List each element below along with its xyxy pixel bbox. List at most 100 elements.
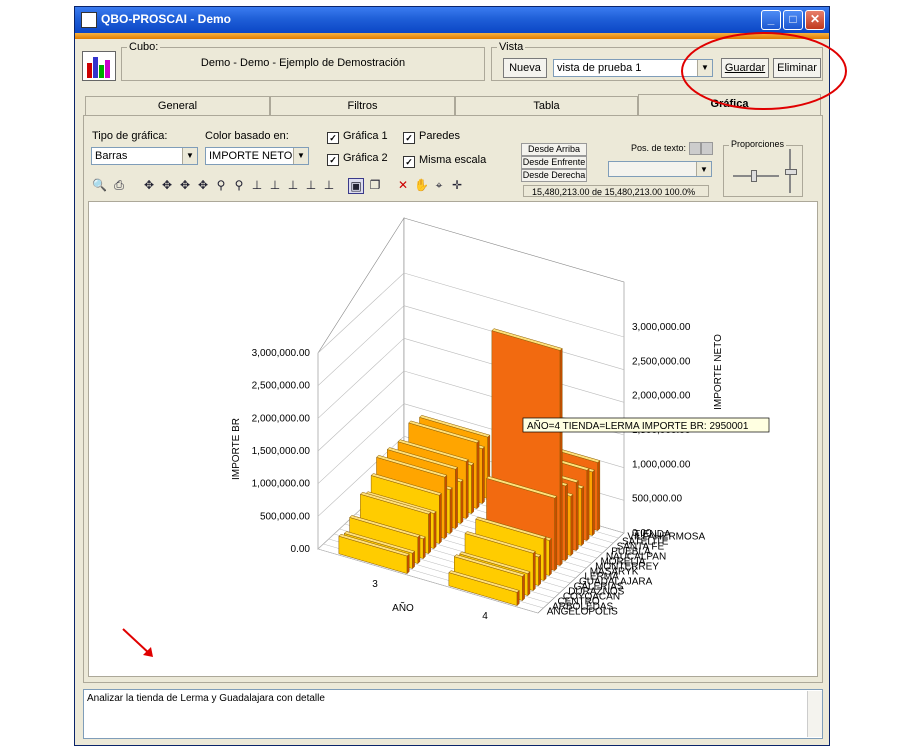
bar-side <box>575 479 579 552</box>
bar-side <box>449 487 453 535</box>
slider-handle[interactable] <box>751 170 757 182</box>
rotate-icon[interactable]: ✥ <box>160 178 174 192</box>
axis-icon[interactable]: ⊥ <box>268 178 282 192</box>
app-window: QBO-PROSCAI - Demo _ □ ✕ Cubo: Demo - De… <box>74 6 847 746</box>
notes-scrollbar[interactable] <box>807 691 822 737</box>
bar-side <box>538 554 541 587</box>
color-select-value: IMPORTE NETO <box>209 150 293 162</box>
arrow-right-icon[interactable] <box>701 142 713 155</box>
pos-texto-select[interactable]: ▼ <box>608 161 712 177</box>
bar-side <box>532 550 536 592</box>
notes-textarea[interactable]: Analizar la tienda de Lerma y Guadalajar… <box>83 689 823 739</box>
bar-side <box>471 462 474 515</box>
red-arrow-annotation <box>122 628 153 657</box>
bar-side <box>412 550 415 570</box>
axis-icon[interactable]: ⊥ <box>322 178 336 192</box>
tab-general[interactable]: General <box>85 96 270 115</box>
bar-side <box>428 511 431 555</box>
year-tick-label: 4 <box>482 611 488 622</box>
cubo-label: Cubo: <box>127 41 161 53</box>
desde-arriba-button[interactable]: Desde Arriba <box>521 143 587 156</box>
right-tick-label: 1,000,000.00 <box>632 459 691 470</box>
chevron-down-icon[interactable]: ▼ <box>182 148 197 164</box>
print-preview-icon[interactable]: 🔍 <box>92 178 107 192</box>
bar-side <box>543 536 547 582</box>
app-icon <box>81 12 97 28</box>
window-title: QBO-PROSCAI - Demo <box>101 12 232 26</box>
bar-side <box>482 446 485 505</box>
grafica1-checkbox[interactable]: ✓ Gráfica 1 <box>327 130 388 144</box>
tab-filtros[interactable]: Filtros <box>270 96 455 115</box>
right-tick-label: 2,500,000.00 <box>632 356 691 367</box>
bar-side <box>559 347 563 567</box>
rotate-icon[interactable]: ✥ <box>178 178 192 192</box>
chevron-down-icon[interactable]: ▼ <box>293 148 308 164</box>
nueva-button[interactable]: Nueva <box>503 58 547 78</box>
tipo-label: Tipo de gráfica: <box>92 130 168 142</box>
check-icon[interactable]: ✓ <box>327 154 339 166</box>
color-label: Color basado en: <box>205 130 289 142</box>
misma-escala-label: Misma escala <box>419 154 487 166</box>
desde-derecha-button[interactable]: Desde Derecha <box>521 169 587 182</box>
bar-side <box>433 510 437 550</box>
bar-side <box>592 469 595 537</box>
printer-icon[interactable]: ⎙ <box>112 178 126 192</box>
chart-area[interactable]: 3,000,000.00 2,500,000.00 2,000,000.00 1,50… <box>88 201 818 677</box>
paredes-checkbox[interactable]: ✓ Paredes <box>403 130 460 144</box>
tab-tabla[interactable]: Tabla <box>455 96 638 115</box>
check-icon[interactable]: ✓ <box>403 132 415 144</box>
paredes-label: Paredes <box>419 130 460 142</box>
color-select[interactable]: IMPORTE NETO ▼ <box>205 147 309 165</box>
rotate-icon[interactable]: ✥ <box>196 178 210 192</box>
move-icon[interactable]: ✛ <box>450 178 464 192</box>
tipo-select[interactable]: Barras ▼ <box>91 147 198 165</box>
grafica2-checkbox[interactable]: ✓ Gráfica 2 <box>327 152 388 166</box>
chevron-down-icon[interactable]: ▼ <box>696 162 711 176</box>
left-tick-label: 0.00 <box>291 544 311 555</box>
rotate-icon[interactable]: ✥ <box>142 178 156 192</box>
left-tick-label: 1,500,000.00 <box>252 446 311 457</box>
bar-side <box>522 573 525 602</box>
hand-icon[interactable]: ✋ <box>414 178 429 192</box>
desde-enfrente-button[interactable]: Desde Enfrente <box>521 156 587 169</box>
check-icon[interactable]: ✓ <box>403 156 415 168</box>
cancel-icon[interactable]: ✕ <box>396 178 410 192</box>
axis-icon[interactable]: ⊥ <box>286 178 300 192</box>
bar-side <box>417 534 421 565</box>
bar-side <box>570 493 574 557</box>
cubo-value: Demo - Demo - Ejemplo de Demostración <box>200 57 406 69</box>
bar-side <box>565 483 568 562</box>
right-tick-label: 500,000.00 <box>632 494 682 505</box>
bar-side <box>549 537 552 577</box>
check-icon[interactable]: ✓ <box>327 132 339 144</box>
grafica1-label: Gráfica 1 <box>343 130 388 142</box>
right-tick-label: 2,000,000.00 <box>632 391 691 402</box>
zoom-icon[interactable]: ⚲ <box>214 178 228 192</box>
bar-side <box>422 536 426 560</box>
pos-texto-label: Pos. de texto: <box>631 143 687 153</box>
select-icon[interactable]: ⌖ <box>432 178 446 192</box>
right-tick-label: 3,000,000.00 <box>632 322 691 333</box>
vista-select-value: vista de prueba 1 <box>557 62 642 74</box>
slider-handle[interactable] <box>785 169 797 175</box>
misma-escala-checkbox[interactable]: ✓ Misma escala <box>403 154 486 168</box>
red-ellipse-annotation <box>681 32 847 110</box>
bar-side <box>444 474 448 540</box>
bar-side <box>455 466 458 530</box>
bar-side <box>586 467 590 542</box>
axis-icon[interactable]: ⊥ <box>304 178 318 192</box>
zoom-icon[interactable]: ⚲ <box>232 178 246 192</box>
arrow-left-icon[interactable] <box>689 142 701 155</box>
2d-box-icon[interactable]: ❐ <box>368 178 382 192</box>
left-tick-label: 3,000,000.00 <box>252 348 311 359</box>
left-tick-label: 2,000,000.00 <box>252 413 311 424</box>
right-axis-title: IMPORTE NETO <box>713 334 724 410</box>
left-axis-title: IMPORTE BR <box>231 418 242 480</box>
bar-side <box>581 485 584 547</box>
left-tick-label: 2,500,000.00 <box>252 381 311 392</box>
left-tick-label: 1,000,000.00 <box>252 479 311 490</box>
x-axis-title: AÑO <box>392 601 414 614</box>
3d-box-icon[interactable]: ▣ <box>348 178 364 194</box>
status-readout: 15,480,213.00 de 15,480,213.00 100.0% <box>523 185 709 197</box>
axis-icon[interactable]: ⊥ <box>250 178 264 192</box>
